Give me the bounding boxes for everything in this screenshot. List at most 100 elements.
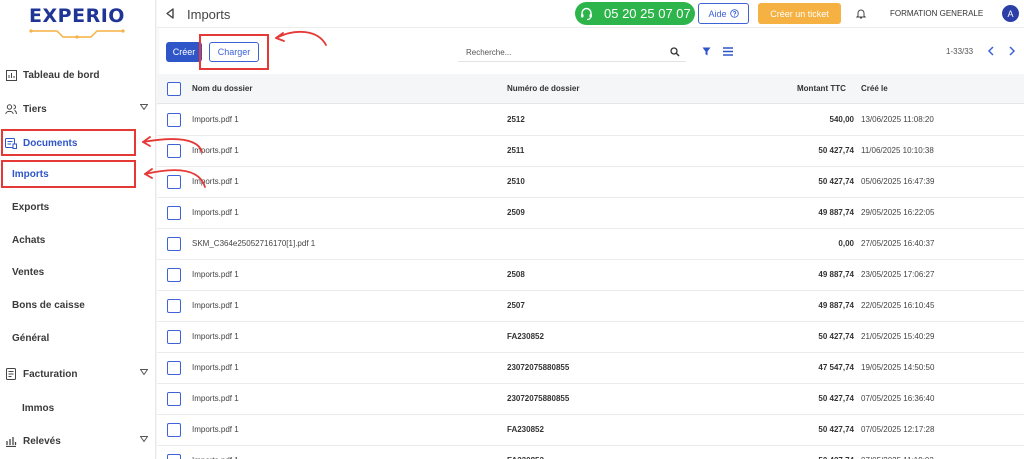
sidebar-item-dashboard[interactable]: Tableau de bord [0, 62, 156, 88]
table-row[interactable]: SKM_C364e25052716170[1].pdf 1 0,00 27/05/2… [157, 229, 1024, 260]
sidebar-item-immos[interactable]: Immos [0, 395, 156, 421]
sidebar-item-exports[interactable]: Exports [0, 194, 156, 220]
sidebar: EXPERIO Tableau de bord Tiers Documents … [0, 0, 156, 459]
row-checkbox[interactable] [167, 454, 181, 459]
chevron-right-icon[interactable] [1008, 46, 1016, 56]
cell-created: 22/05/2025 16:10:45 [861, 301, 935, 310]
row-checkbox[interactable] [167, 299, 181, 313]
select-all-checkbox[interactable] [167, 82, 181, 96]
cell-number: 2507 [507, 301, 525, 310]
cell-amount: 47 547,74 [818, 363, 854, 372]
cell-amount: 49 887,74 [818, 270, 854, 279]
sidebar-item-label: Exports [12, 201, 50, 213]
chevron-left-icon[interactable] [987, 46, 995, 56]
cell-amount: 49 887,74 [818, 301, 854, 310]
column-header-amount[interactable]: Montant TTC [797, 84, 846, 93]
users-icon [5, 103, 17, 115]
cell-number: FA230852 [507, 332, 544, 341]
row-checkbox[interactable] [167, 113, 181, 127]
row-checkbox[interactable] [167, 206, 181, 220]
table-row[interactable]: Imports.pdf 1 2512 540,00 13/06/2025 11:08:… [157, 105, 1024, 136]
cell-created: 07/05/2025 12:17:28 [861, 425, 935, 434]
support-phone-button[interactable]: 05 20 25 07 07 [575, 2, 695, 25]
arrow-to-upload-icon [275, 30, 327, 46]
row-checkbox[interactable] [167, 175, 181, 189]
sidebar-item-achats[interactable]: Achats [0, 227, 156, 253]
cell-number: 2512 [507, 115, 525, 124]
row-checkbox[interactable] [167, 330, 181, 344]
filter-icon[interactable] [702, 47, 711, 56]
cell-number: 2509 [507, 208, 525, 217]
table-row[interactable]: Imports.pdf 1 2509 49 887,74 29/05/2025 16:… [157, 198, 1024, 229]
table-row[interactable]: Imports.pdf 1 23072075880855 47 547,74 19/0… [157, 353, 1024, 384]
cell-amount: 50 427,74 [818, 332, 854, 341]
sidebar-item-label: Relevés [23, 435, 61, 447]
highlight-box-imports [1, 160, 136, 188]
row-checkbox[interactable] [167, 423, 181, 437]
create-button[interactable]: Créer [166, 42, 202, 62]
cell-name: Imports.pdf 1 [192, 394, 239, 403]
page-title: Imports [187, 7, 231, 22]
brand-name: EXPERIO [29, 5, 125, 27]
cell-amount: 50 427,74 [818, 146, 854, 155]
cell-amount: 50 427,74 [818, 394, 854, 403]
table-row[interactable]: Imports.pdf 1 2507 49 887,74 22/05/2025 16:… [157, 291, 1024, 322]
top-header: Imports 05 20 25 07 07 Aide Créer un tic… [157, 0, 1024, 28]
create-ticket-button[interactable]: Créer un ticket [758, 3, 841, 24]
cell-created: 21/05/2025 15:40:29 [861, 332, 935, 341]
column-header-name[interactable]: Nom du dossier [192, 84, 252, 93]
cell-name: Imports.pdf 1 [192, 146, 239, 155]
help-label: Aide [708, 8, 727, 19]
cell-amount: 49 887,74 [818, 208, 854, 217]
cell-name: SKM_C364e25052716170[1].pdf 1 [192, 239, 316, 248]
cell-created: 07/05/2025 16:36:40 [861, 394, 935, 403]
row-checkbox[interactable] [167, 144, 181, 158]
sidebar-item-ventes[interactable]: Ventes [0, 259, 156, 285]
sidebar-item-label: Général [12, 332, 50, 344]
pagination-count: 1-33/33 [946, 47, 974, 56]
chevron-down-icon[interactable] [140, 104, 148, 110]
sidebar-item-general[interactable]: Général [0, 325, 156, 351]
cell-created: 29/05/2025 16:22:05 [861, 208, 935, 217]
table-row[interactable]: Imports.pdf 1FA23085250 427,7407/05/2025… [157, 446, 1024, 459]
sidebar-item-label: Bons de caisse [12, 299, 85, 311]
column-header-number[interactable]: Numéro de dossier [507, 84, 579, 93]
search-input[interactable] [466, 45, 656, 59]
sidebar-item-facturation[interactable]: Facturation [0, 361, 156, 387]
column-header-created[interactable]: Créé le [861, 84, 888, 93]
sidebar-item-releves[interactable]: Relevés [0, 428, 156, 454]
table-row[interactable]: Imports.pdf 1 2510 50 427,74 05/06/2025 16:… [157, 167, 1024, 198]
help-button[interactable]: Aide [698, 3, 749, 24]
cell-amount: 540,00 [829, 115, 854, 124]
cell-created: 13/06/2025 11:08:20 [861, 115, 934, 124]
sidebar-item-label: Immos [22, 402, 55, 414]
table-row[interactable]: Imports.pdf 1 2511 50 427,74 11/06/2025 10:… [157, 136, 1024, 167]
highlight-box-documents [1, 129, 136, 156]
row-checkbox[interactable] [167, 392, 181, 406]
sidebar-item-label: Achats [12, 234, 46, 246]
brand-logo[interactable]: EXPERIO [27, 5, 127, 41]
sidebar-item-bons-de-caisse[interactable]: Bons de caisse [0, 292, 156, 318]
invoice-icon [5, 368, 17, 380]
search-icon[interactable] [670, 47, 680, 57]
circuit-decoration-icon [29, 29, 125, 39]
row-checkbox[interactable] [167, 237, 181, 251]
bell-icon[interactable] [856, 8, 866, 19]
row-checkbox[interactable] [167, 268, 181, 282]
table-row[interactable]: Imports.pdf 1 2508 49 887,74 23/05/2025 17:… [157, 260, 1024, 291]
table-row[interactable]: Imports.pdf 1 23072075880855 50 427,74 07/0… [157, 384, 1024, 415]
chevron-down-icon[interactable] [140, 436, 148, 442]
list-view-icon[interactable] [723, 47, 733, 56]
cell-created: 05/06/2025 16:47:39 [861, 177, 935, 186]
user-avatar[interactable]: A [1002, 5, 1019, 22]
row-checkbox[interactable] [167, 361, 181, 375]
table-row[interactable]: Imports.pdf 1 FA230852 50 427,74 21/05/2025… [157, 322, 1024, 353]
chevron-down-icon[interactable] [140, 369, 148, 375]
collapse-sidebar-icon[interactable] [165, 8, 175, 19]
statements-icon [5, 435, 17, 447]
company-name[interactable]: FORMATION GENERALE [890, 9, 983, 18]
cell-number: 2511 [507, 146, 525, 155]
cell-amount: 50 427,74 [818, 177, 854, 186]
sidebar-item-tiers[interactable]: Tiers [0, 96, 156, 122]
table-row[interactable]: Imports.pdf 1FA23085250 427,7407/05/2025… [157, 415, 1024, 446]
